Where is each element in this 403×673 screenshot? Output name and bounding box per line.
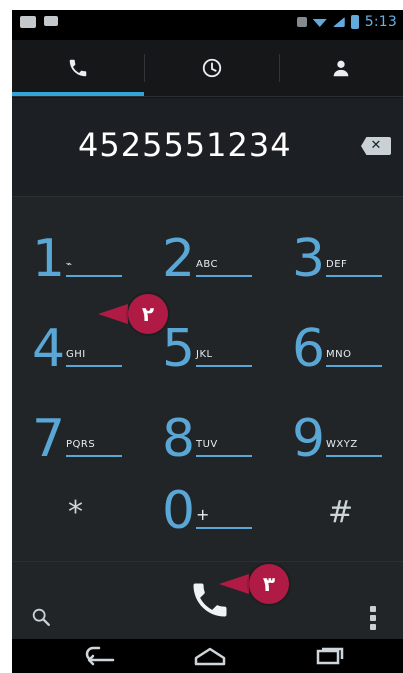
status-time: 5:13 — [364, 14, 397, 30]
key-letters: PQRS — [66, 439, 96, 450]
key-digit: 7 — [32, 409, 66, 469]
callout-pointer — [98, 304, 128, 324]
annotation-callout-3: ٣ — [219, 564, 289, 604]
key-digit: 4 — [32, 319, 66, 379]
dialed-number[interactable]: 4525551234 — [78, 126, 292, 164]
signal-icon — [332, 17, 345, 27]
dialer-actions — [12, 561, 403, 640]
search-icon[interactable] — [30, 606, 52, 628]
callout-pointer — [219, 574, 249, 594]
back-icon — [85, 646, 115, 666]
selected-tab-indicator — [12, 92, 144, 96]
menu-dot — [370, 615, 376, 621]
key-letters: TUV — [196, 439, 218, 450]
system-navbar — [12, 639, 403, 673]
callout-badge: ٢ — [128, 294, 168, 334]
key-underline — [66, 365, 122, 367]
key-digit: 9 — [292, 409, 326, 469]
tab-phone[interactable] — [12, 40, 144, 96]
annotation-callout-2: ٢ — [98, 294, 168, 334]
dialer-tabs — [12, 40, 403, 97]
key-1[interactable]: 1 ⌁ — [12, 219, 142, 299]
voicemail-icon: ⌁ — [66, 259, 73, 270]
number-display: 4525551234 ✕ — [12, 98, 403, 197]
tab-call-log[interactable] — [144, 40, 279, 96]
home-icon — [194, 647, 226, 666]
key-0[interactable]: 0 + — [142, 471, 272, 551]
menu-dot — [370, 624, 376, 630]
key-2[interactable]: 2 ABC — [142, 219, 272, 299]
key-9[interactable]: 9 WXYZ — [272, 399, 402, 479]
key-hash[interactable]: # — [272, 471, 402, 551]
key-underline — [196, 455, 252, 457]
key-underline — [326, 455, 382, 457]
key-letters: JKL — [196, 349, 213, 360]
key-letters: + — [196, 505, 210, 524]
key-underline — [326, 365, 382, 367]
clock-icon — [202, 58, 221, 78]
phone-icon — [69, 59, 87, 77]
key-underline — [326, 275, 382, 277]
person-icon — [333, 60, 349, 77]
wifi-icon — [312, 19, 327, 27]
menu-dot — [370, 606, 376, 612]
key-letters: WXYZ — [326, 439, 358, 450]
key-letters: MNO — [326, 349, 352, 360]
recent-apps-icon — [316, 647, 344, 665]
key-digit: 6 — [292, 319, 326, 379]
key-underline — [66, 455, 122, 457]
key-underline — [196, 365, 252, 367]
key-3[interactable]: 3 DEF — [272, 219, 402, 299]
key-underline — [196, 275, 252, 277]
callout-badge: ٣ — [249, 564, 289, 604]
status-right-icons: 5:13 — [296, 14, 397, 30]
key-digit: 0 — [162, 481, 196, 541]
tab-contacts[interactable] — [279, 40, 403, 96]
dialer-screen: 5:13 4525551234 ✕ 1 ⌁ 2 ABC 3 DEF 4 GHI … — [12, 10, 403, 673]
key-6[interactable]: 6 MNO — [272, 309, 402, 389]
key-7[interactable]: 7 PQRS — [12, 399, 142, 479]
keypad: 1 ⌁ 2 ABC 3 DEF 4 GHI 5 JKL 6 MNO 7 PQRS… — [12, 197, 403, 561]
status-left-icons — [20, 16, 58, 28]
search-icon — [32, 608, 50, 626]
gallery-icon — [44, 16, 58, 26]
key-star[interactable]: * — [12, 471, 142, 551]
battery-icon — [350, 15, 359, 29]
key-letters: GHI — [66, 349, 86, 360]
key-symbol: # — [328, 495, 354, 530]
mail-icon — [20, 16, 36, 28]
key-digit: 8 — [162, 409, 196, 469]
status-bar: 5:13 — [12, 10, 403, 40]
key-digit: 1 — [32, 229, 66, 289]
key-letters: ABC — [196, 259, 219, 270]
backspace-icon[interactable]: ✕ — [361, 137, 391, 155]
key-underline — [66, 275, 122, 277]
key-8[interactable]: 8 TUV — [142, 399, 272, 479]
recent-apps-button[interactable] — [298, 642, 358, 670]
mute-icon — [296, 17, 307, 27]
key-underline — [196, 527, 252, 529]
key-letters: DEF — [326, 259, 348, 270]
overflow-menu-icon[interactable] — [370, 606, 376, 630]
key-digit: 2 — [162, 229, 196, 289]
key-symbol: * — [68, 495, 83, 530]
key-digit: 3 — [292, 229, 326, 289]
home-button[interactable] — [180, 642, 240, 670]
back-button[interactable] — [70, 642, 130, 670]
